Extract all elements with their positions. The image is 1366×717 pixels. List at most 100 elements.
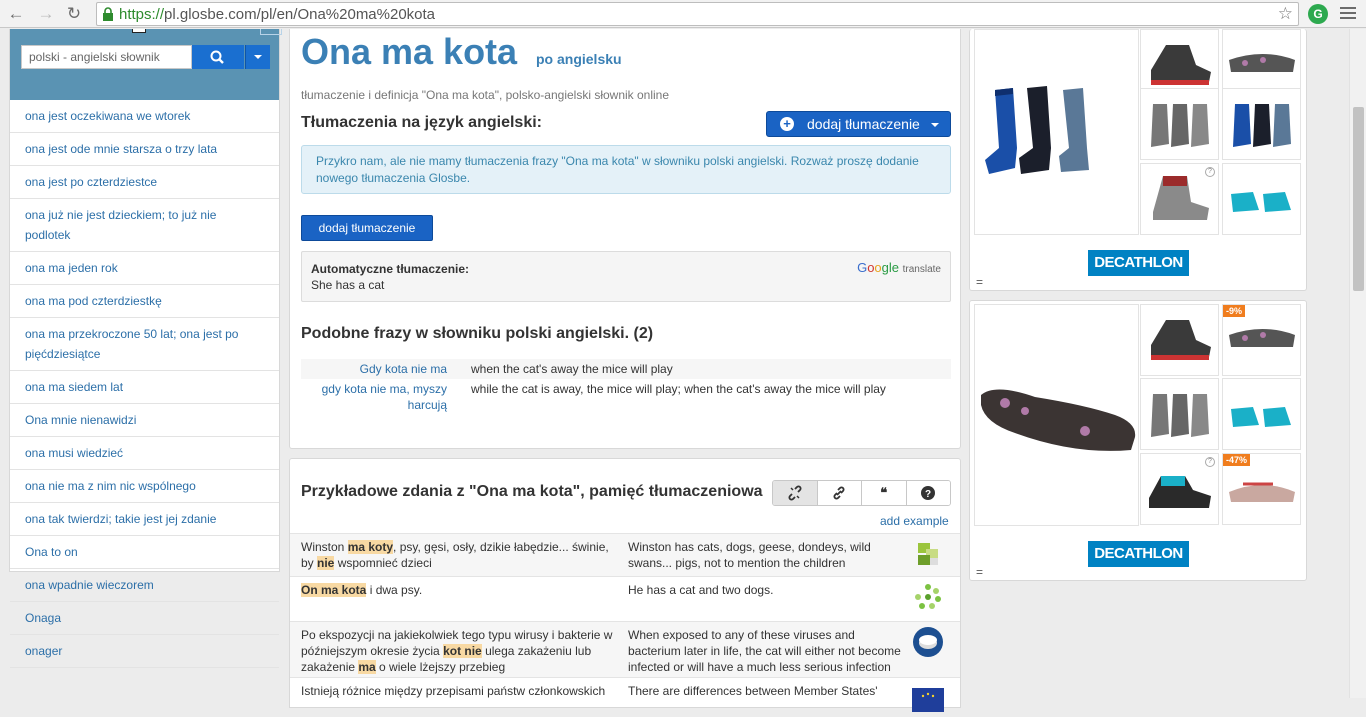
shoe-image — [981, 389, 1136, 451]
search-options-dropdown[interactable] — [245, 45, 270, 69]
vertical-scrollbar[interactable] — [1349, 29, 1366, 698]
similar-source-link[interactable]: gdy kota nie ma, myszy harcują — [301, 379, 461, 415]
example-source: On ma kota i dwa psy. — [301, 583, 423, 597]
example-source: Winston ma koty, psy, gęsi, osły, dzikie… — [301, 540, 609, 570]
ad-thumb-grey-socks[interactable] — [1140, 88, 1219, 160]
ad-main-image-socks[interactable] — [974, 29, 1139, 235]
similar-phrases-table: Gdy kota nie ma when the cat's away the … — [301, 359, 951, 415]
page-subtitle-link[interactable]: po angielsku — [536, 51, 622, 67]
search-panel: polski - angielski słownik — [10, 29, 282, 100]
ad-banner-shoes[interactable]: -9% ? -47% DECATHLON = — [969, 300, 1307, 581]
eu-flag-icon[interactable] — [912, 682, 944, 714]
plus-circle-icon: + — [780, 117, 794, 131]
language-tab[interactable] — [132, 29, 146, 33]
sidebar-phrase-link[interactable]: ona jest po czterdziestce — [10, 166, 279, 199]
sidebar-phrase-link[interactable]: ona jest ode mnie starsza o trzy lata — [10, 133, 279, 166]
source-dots-icon[interactable] — [912, 581, 944, 613]
sidebar-phrase-link[interactable]: ona wpadnie wieczorem — [10, 569, 279, 602]
ad-info-icon[interactable]: ? — [1205, 457, 1215, 467]
svg-text:?: ? — [925, 489, 931, 500]
sidebar-phrase-link[interactable]: onager — [10, 635, 279, 668]
ad-choices-icon[interactable]: = — [976, 275, 983, 289]
socks-image — [985, 86, 1089, 174]
browser-toolbar: ← → ↻ https://pl.glosbe.com/pl/en/Ona%20… — [0, 0, 1366, 28]
ad-main-image-shoe[interactable] — [974, 304, 1139, 526]
page-title: Ona ma kota — [301, 31, 518, 72]
ad-thumb-sandal[interactable]: -47% — [1222, 453, 1301, 525]
back-arrow-icon[interactable]: ← — [6, 4, 26, 24]
ad-choices-icon[interactable]: = — [976, 565, 983, 579]
address-bar[interactable]: https://pl.glosbe.com/pl/en/Ona%20ma%20k… — [96, 2, 1299, 26]
search-input[interactable]: polski - angielski słownik — [21, 45, 192, 69]
similar-translation: when the cat's away the mice will play — [471, 362, 673, 376]
sidebar-phrase-link[interactable]: ona ma jeden rok — [10, 252, 279, 285]
ad-info-icon[interactable]: ? — [1205, 167, 1215, 177]
similar-translation: while the cat is away, the mice will pla… — [471, 382, 886, 396]
table-row: Gdy kota nie ma when the cat's away the … — [301, 359, 951, 379]
example-target: There are differences between Member Sta… — [628, 684, 878, 698]
sidebar-phrase-link[interactable]: ona jest oczekiwana we wtorek — [10, 100, 279, 133]
quote-icon[interactable]: ❝ — [862, 481, 907, 505]
similar-phrases-heading: Podobne frazy w słowniku polski angielsk… — [301, 325, 654, 342]
automatic-translation-box: Automatyczne tłumaczenie: She has a cat … — [301, 251, 951, 302]
google-translate-logo[interactable]: Google translate — [857, 260, 941, 278]
sidebar-phrase-link[interactable]: ona ma siedem lat — [10, 371, 279, 404]
decathlon-logo[interactable]: DECATHLON — [1088, 541, 1189, 567]
url-text: https://pl.glosbe.com/pl/en/Ona%20ma%20k… — [119, 6, 436, 23]
ad-thumb-grey-socks[interactable] — [1140, 378, 1219, 450]
sidebar-phrase-link[interactable]: ona już nie jest dzieckiem; to już nie p… — [10, 199, 279, 252]
ad-thumb-hiking-boot[interactable]: ? — [1140, 163, 1219, 235]
ad-thumb-boot[interactable] — [1140, 304, 1219, 376]
add-example-link[interactable]: add example — [880, 514, 949, 528]
source-cubes-icon[interactable] — [912, 538, 944, 570]
similar-source-link[interactable]: Gdy kota nie ma — [301, 359, 461, 379]
sidebar-phrase-link[interactable]: ona ma przekroczone 50 lat; ona jest po … — [10, 318, 279, 371]
example-source: Po ekspozycji na jakiekolwiek tego typu … — [301, 628, 613, 674]
sidebar-phrase-link[interactable]: ona musi wiedzieć — [10, 437, 279, 470]
unlink-icon[interactable] — [773, 481, 818, 505]
link-icon[interactable] — [817, 481, 862, 505]
menu-icon[interactable] — [1340, 5, 1356, 21]
example-row: Istnieją różnice między przepisami państ… — [290, 677, 960, 717]
ad-thumb-shoe[interactable]: -9% — [1222, 304, 1301, 376]
bookmark-star-icon[interactable]: ☆ — [1278, 4, 1293, 24]
ad-thumb-cyan-socks[interactable] — [1222, 378, 1301, 450]
caret-down-icon — [254, 55, 262, 59]
sidebar-phrase-link[interactable]: Onaga — [10, 602, 279, 635]
source-disc-icon[interactable] — [912, 626, 944, 658]
ad-banner-socks[interactable]: ? DECATHLON = — [969, 29, 1307, 291]
example-source: Istnieją różnice między przepisami państ… — [301, 684, 606, 698]
discount-badge: -9% — [1223, 305, 1246, 317]
sidebar-phrase-link[interactable]: Ona to on — [10, 536, 279, 569]
no-translation-info: Przykro nam, ale nie mamy tłumaczenia fr… — [301, 145, 951, 194]
help-icon[interactable]: ? — [906, 481, 950, 505]
example-row: Po ekspozycji na jakiekolwiek tego typu … — [290, 621, 960, 677]
add-translation-dropdown-button[interactable]: + dodaj tłumaczenie — [766, 111, 951, 137]
add-translation-button[interactable]: dodaj tłumaczenie — [301, 215, 433, 241]
automatic-translation-label: Automatyczne tłumaczenie: — [311, 262, 470, 276]
example-target: He has a cat and two dogs. — [628, 583, 774, 597]
sidebar-phrase-link[interactable]: Ona mnie nienawidzi — [10, 404, 279, 437]
search-button[interactable] — [192, 45, 244, 69]
sidebar-phrase-link[interactable]: ona tak twierdzi; takie jest jej zdanie — [10, 503, 279, 536]
related-phrases-list: ona jest oczekiwana we wtorek ona jest od… — [10, 100, 279, 668]
search-icon — [210, 50, 224, 64]
sidebar-phrase-link[interactable]: ona ma pod czterdziestkę — [10, 285, 279, 318]
forward-arrow-icon[interactable]: → — [36, 4, 56, 24]
ad-thumb-cyan-socks[interactable] — [1222, 163, 1301, 235]
translations-heading: Tłumaczenia na język angielski: — [301, 114, 542, 131]
scroll-thumb[interactable] — [1353, 107, 1364, 291]
keyboard-tab[interactable] — [260, 29, 282, 35]
ad-thumb-blue-socks[interactable] — [1222, 88, 1301, 160]
caret-down-icon — [931, 123, 939, 127]
ad-thumb-sneaker[interactable]: ? — [1140, 453, 1219, 525]
reload-icon[interactable]: ↻ — [64, 4, 84, 24]
extension-icon[interactable]: G — [1308, 4, 1328, 24]
sidebar-phrase-link[interactable]: ona nie ma z nim nic wspólnego — [10, 470, 279, 503]
lock-icon — [103, 7, 113, 21]
automatic-translation-value: She has a cat — [311, 278, 385, 292]
decathlon-logo[interactable]: DECATHLON — [1088, 250, 1189, 276]
examples-toolbar: ❝ ? — [772, 480, 951, 506]
examples-panel: Przykładowe zdania z "Ona ma kota", pami… — [289, 458, 961, 712]
sidebar: polski - angielski słownik ona jest ocze… — [9, 29, 282, 668]
